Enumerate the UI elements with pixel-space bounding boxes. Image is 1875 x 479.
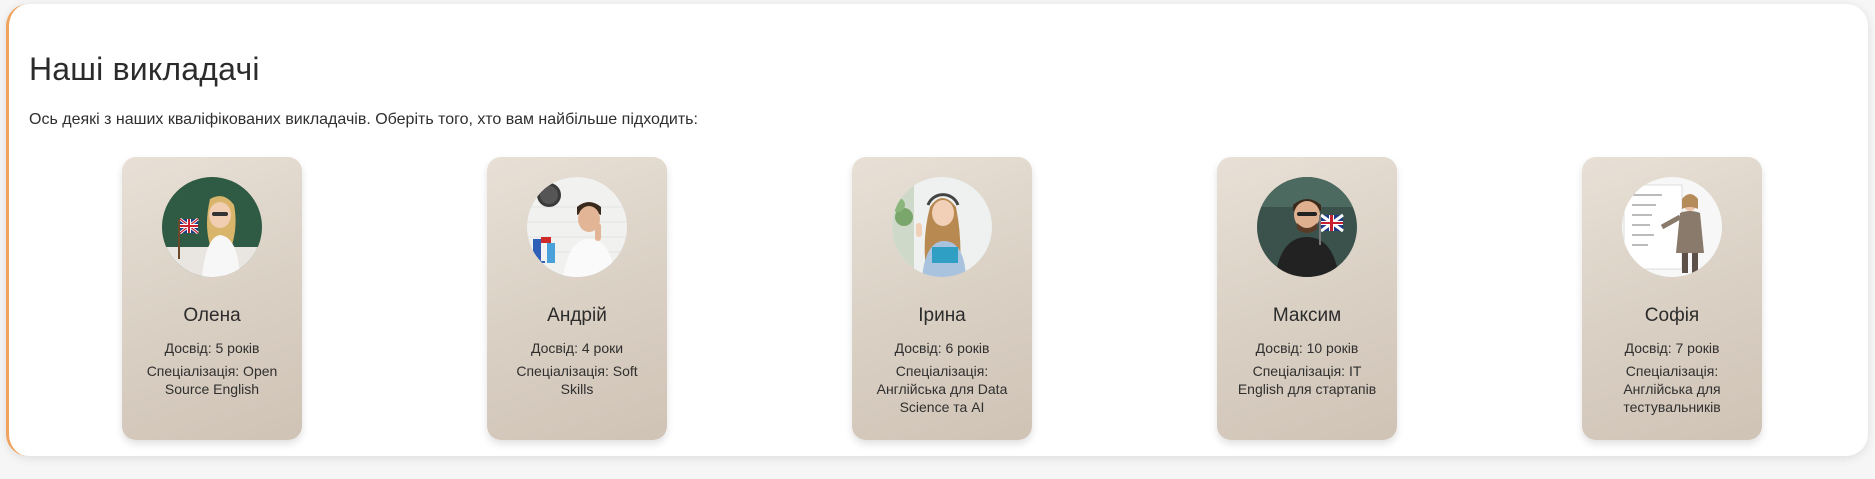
teacher-name: Ірина [918, 305, 966, 326]
teacher-specialization: Спеціалізація: Soft Skills [516, 363, 638, 397]
teachers-section: Наші викладачі Ось деякі з наших кваліфі… [6, 4, 1868, 456]
teacher-specialization: Спеціалізація: IT English для стартапів [1237, 363, 1377, 397]
teacher-name: Андрій [547, 305, 607, 326]
section-subtitle: Ось деякі з наших кваліфікованих виклада… [29, 111, 698, 128]
teacher-specialization: Спеціалізація: Англійська для Data Scien… [876, 363, 1008, 415]
teacher-photo [1257, 177, 1357, 277]
teacher-card-olena[interactable]: Олена Досвід: 5 років Спеціалізація: Ope… [122, 157, 302, 440]
section-title: Наші викладачі [29, 51, 260, 87]
teacher-photo [892, 177, 992, 277]
teacher-experience: Досвід: 5 років [164, 340, 260, 356]
teacher-experience: Досвід: 10 років [1255, 340, 1359, 356]
teacher-name: Олена [183, 305, 241, 326]
teacher-cards: Олена Досвід: 5 років Спеціалізація: Ope… [9, 157, 1868, 440]
teacher-card-maksym[interactable]: Максим Досвід: 10 років Спеціалізація: I… [1217, 157, 1397, 440]
teacher-card-andriy[interactable]: Андрій Досвід: 4 роки Спеціалізація: Sof… [487, 157, 667, 440]
teacher-card-iryna[interactable]: Ірина Досвід: 6 років Спеціалізація: Анг… [852, 157, 1032, 440]
teacher-experience: Досвід: 6 років [894, 340, 990, 356]
teacher-card-sofiia[interactable]: Софія Досвід: 7 років Спеціалізація: Анг… [1582, 157, 1762, 440]
teacher-photo [527, 177, 627, 277]
teacher-specialization: Спеціалізація: Англійська для тестувальн… [1623, 363, 1721, 415]
teacher-specialization: Спеціалізація: Open Source English [146, 363, 278, 397]
teacher-photo [162, 177, 262, 277]
teacher-name: Софія [1644, 305, 1700, 326]
teacher-photo [1622, 177, 1722, 277]
teacher-experience: Досвід: 4 роки [530, 340, 624, 356]
teacher-experience: Досвід: 7 років [1624, 340, 1720, 356]
teacher-name: Максим [1272, 305, 1342, 326]
